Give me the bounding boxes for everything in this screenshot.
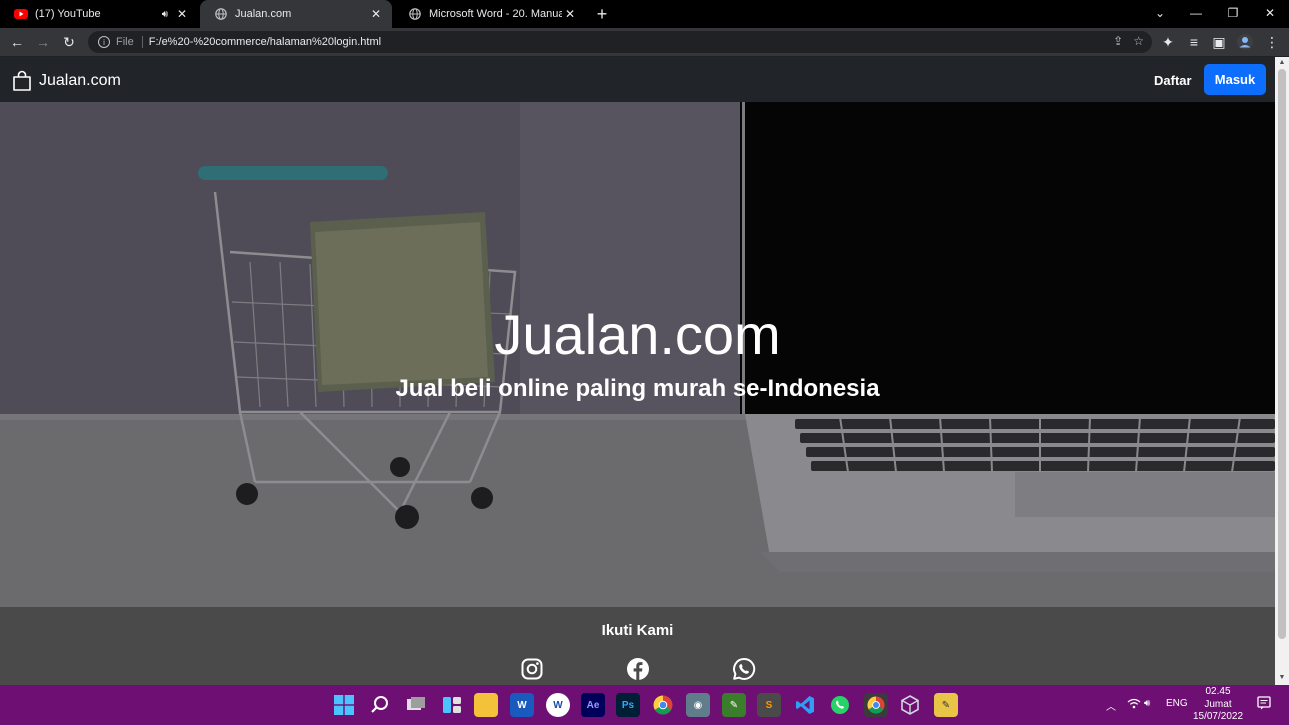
brand-link[interactable]: Jualan.com [12,70,121,92]
instagram-icon[interactable] [520,657,544,681]
language-indicator[interactable]: ENG [1166,698,1188,709]
close-tab-icon[interactable]: ✕ [174,6,190,22]
browser-tab-strip: (17) YouTube 🔊︎ ✕ Jualan.com ✕ Microsoft… [0,0,1289,28]
profile-avatar[interactable] [1235,32,1255,52]
wifi-icon[interactable] [1127,698,1141,712]
hero-title: Jualan.com [494,303,781,366]
close-tab-icon[interactable]: ✕ [562,6,578,22]
clock-time: 02.45 [1205,686,1231,697]
sublime-text-icon[interactable]: S [757,693,781,717]
tab-title: (17) YouTube [35,8,101,20]
chrome-icon[interactable] [651,693,675,717]
restore-button[interactable]: ❐ [1215,0,1251,26]
tab-word[interactable]: Microsoft Word - 20. Manual-Bo ✕ [394,0,586,28]
tab-title: Microsoft Word - 20. Manual-Bo [429,8,562,20]
scroll-down-arrow[interactable]: ▼ [1278,674,1286,682]
footer-title: Ikuti Kami [601,622,674,639]
youtube-icon [14,7,28,21]
address-bar[interactable]: i File F:/e%20-%20commerce/halaman%20log… [88,31,1152,53]
scrollbar-thumb[interactable] [1278,69,1286,639]
show-hidden-icons-icon[interactable]: ︿ [1106,698,1116,713]
word-icon[interactable]: W [510,693,534,717]
globe-icon [214,7,228,21]
page-scrollbar[interactable]: ▲ ▼ [1275,57,1289,685]
tab-jualan[interactable]: Jualan.com ✕ [200,0,392,28]
close-tab-icon[interactable]: ✕ [368,6,384,22]
new-tab-button[interactable]: + [592,4,612,24]
navbar: Jualan.com Daftar Masuk [0,57,1275,102]
extensions-icon[interactable]: ✦ [1158,32,1178,52]
back-icon[interactable]: ← [7,32,27,52]
search-icon[interactable] [368,693,392,717]
widgets-icon[interactable] [440,693,464,717]
tab-title: Jualan.com [235,8,292,20]
brand-name: Jualan.com [39,72,121,89]
scroll-up-arrow[interactable]: ▲ [1278,59,1286,67]
photoshop-icon[interactable]: Ps [616,693,640,717]
pencil-app-icon[interactable]: ✎ [934,693,958,717]
url-scheme: File [116,36,143,48]
close-window-button[interactable]: ✕ [1252,0,1288,26]
forward-icon[interactable]: → [33,32,53,52]
share-icon[interactable]: ⇪ [1113,34,1123,48]
chrome-active-icon[interactable] [864,693,888,717]
masuk-button[interactable]: Masuk [1204,64,1266,95]
tab-youtube[interactable]: (17) YouTube 🔊︎ ✕ [0,0,198,28]
whatsapp-app-icon[interactable] [828,693,852,717]
clock[interactable]: 02.45 Jumat 15/07/2022 [1190,686,1246,724]
app-w-icon[interactable]: W [546,693,570,717]
clock-day: Jumat [1204,698,1232,710]
volume-icon[interactable]: 🔊︎ [1144,698,1150,709]
side-panel-icon[interactable]: ▣ [1209,32,1229,52]
windows-taskbar: W W Ae Ps ◉ ✎ S ✎ ︿ 🔊︎ ENG 02.45 Jumat 1… [0,685,1289,725]
footer: Ikuti Kami [0,606,1275,685]
notification-icon[interactable] [1257,696,1271,713]
speaker-icon[interactable]: 🔊︎ [162,9,168,20]
browser-menu-icon[interactable]: ⋮ [1262,32,1282,52]
clock-date: 15/07/2022 [1192,711,1244,722]
bookmark-star-icon[interactable]: ☆ [1133,34,1144,48]
reload-icon[interactable]: ↻ [59,32,79,52]
vscode-icon[interactable] [793,693,817,717]
after-effects-icon[interactable]: Ae [581,693,605,717]
hero-banner: Jualan.com Jual beli online paling murah… [0,102,1275,606]
virtualbox-icon[interactable] [898,693,922,717]
minimize-button[interactable]: — [1178,0,1214,26]
file-explorer-icon[interactable] [474,693,498,717]
globe-icon [408,7,422,21]
hero-subtitle: Jual beli online paling murah se-Indones… [395,375,880,402]
web-page: Jualan.com Daftar Masuk Jualan.com Jual … [0,57,1275,685]
task-view-icon[interactable] [404,693,428,717]
facebook-icon[interactable] [626,657,650,681]
daftar-button[interactable]: Daftar [1146,65,1200,95]
camera-icon[interactable]: ◉ [686,693,710,717]
info-icon[interactable]: i [98,36,110,48]
start-icon[interactable] [332,693,356,717]
browser-toolbar: ← → ↻ i File F:/e%20-%20commerce/halaman… [0,28,1289,56]
tab-search-icon[interactable]: ⌄ [1142,0,1178,26]
media-control-icon[interactable]: ≡ [1184,32,1204,52]
url-text: F:/e%20-%20commerce/halaman%20login.html [148,36,382,48]
whatsapp-icon[interactable] [732,657,756,681]
notepad-icon[interactable]: ✎ [722,693,746,717]
shopping-bag-icon [13,70,31,91]
